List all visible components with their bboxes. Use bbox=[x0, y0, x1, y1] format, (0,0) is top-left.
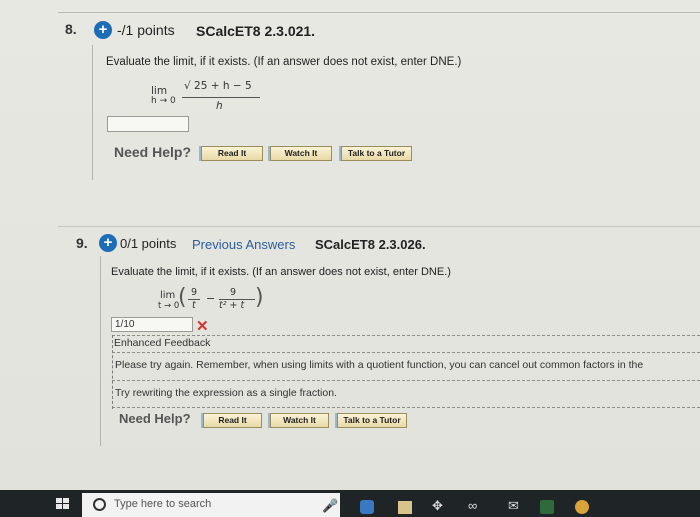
minus-sign: − bbox=[206, 292, 216, 305]
answer-input[interactable]: 1/10 bbox=[111, 317, 193, 332]
fraction-denominator: h bbox=[216, 100, 223, 112]
taskbar-search-box[interactable]: Type here to search bbox=[82, 493, 340, 517]
question-code[interactable]: SCalcET8 2.3.021. bbox=[196, 23, 315, 39]
limit-variable: h → 0 bbox=[151, 96, 176, 106]
hint-text: Try rewriting the expression as a single… bbox=[115, 387, 337, 399]
question-instruction: Evaluate the limit, if it exists. (If an… bbox=[111, 266, 451, 278]
previous-answers-link[interactable]: Previous Answers bbox=[192, 237, 295, 252]
term1-denominator: t bbox=[192, 300, 196, 311]
points-label: -/1 points bbox=[117, 22, 175, 38]
chrome-icon[interactable] bbox=[575, 500, 589, 514]
term1-numerator: 9 bbox=[191, 287, 198, 298]
expand-plus-icon[interactable]: + bbox=[94, 21, 112, 39]
answer-input[interactable] bbox=[107, 116, 189, 132]
question-number: 8. bbox=[65, 21, 77, 37]
dropbox-icon[interactable]: ✥ bbox=[432, 498, 443, 514]
expand-plus-icon[interactable]: + bbox=[99, 234, 117, 252]
edge-browser-icon[interactable] bbox=[360, 500, 374, 514]
app-icon[interactable] bbox=[540, 500, 554, 514]
answer-value: 1/10 bbox=[115, 319, 135, 330]
hint-bottom-divider bbox=[112, 407, 700, 408]
hint-divider bbox=[112, 380, 700, 381]
search-placeholder: Type here to search bbox=[114, 498, 212, 510]
watch-it-button[interactable]: Watch It bbox=[270, 413, 329, 428]
question-instruction: Evaluate the limit, if it exists. (If an… bbox=[106, 56, 462, 68]
webassign-page: 8. + -/1 points SCalcET8 2.3.021. Evalua… bbox=[0, 0, 700, 490]
microphone-icon[interactable]: 🎤 bbox=[322, 498, 338, 514]
read-it-button[interactable]: Read It bbox=[203, 413, 262, 428]
watch-it-button[interactable]: Watch It bbox=[270, 146, 332, 161]
feedback-title: Enhanced Feedback bbox=[114, 337, 211, 349]
need-help-label: Need Help? bbox=[119, 411, 191, 426]
need-help-label: Need Help? bbox=[114, 144, 192, 160]
talk-to-tutor-button[interactable]: Talk to a Tutor bbox=[337, 413, 407, 428]
fraction-numerator: √ 25 + h − 5 bbox=[184, 80, 252, 92]
feedback-text: Please try again. Remember, when using l… bbox=[115, 359, 644, 371]
limit-variable: t → 0 bbox=[158, 301, 180, 311]
right-paren: ) bbox=[255, 285, 264, 310]
points-label: 0/1 points bbox=[120, 236, 177, 251]
read-it-button[interactable]: Read It bbox=[201, 146, 263, 161]
term2-numerator: 9 bbox=[230, 287, 237, 298]
question-border bbox=[92, 45, 93, 180]
cortana-circle-icon bbox=[93, 498, 106, 511]
left-paren: ( bbox=[178, 285, 187, 310]
talk-to-tutor-button[interactable]: Talk to a Tutor bbox=[341, 146, 412, 161]
windows-start-icon[interactable] bbox=[56, 498, 70, 510]
fraction-bar bbox=[182, 97, 260, 98]
question-code[interactable]: SCalcET8 2.3.026. bbox=[315, 237, 426, 252]
feedback-divider bbox=[112, 352, 700, 353]
incorrect-x-icon: ✕ bbox=[196, 318, 209, 335]
infinity-app-icon[interactable]: ∞ bbox=[468, 498, 477, 513]
file-explorer-icon[interactable] bbox=[398, 501, 412, 514]
question-border bbox=[100, 256, 101, 446]
limit-lim: lim bbox=[160, 290, 176, 301]
question-number: 9. bbox=[76, 235, 88, 251]
term2-denominator: t² + t bbox=[219, 300, 245, 311]
mail-icon[interactable]: ✉ bbox=[508, 498, 519, 514]
